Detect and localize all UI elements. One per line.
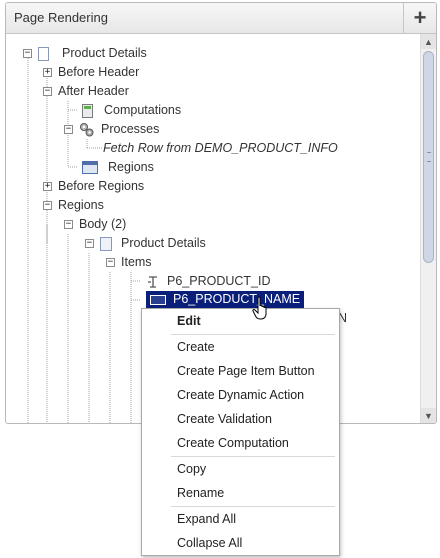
node-label: Before Regions — [58, 179, 145, 193]
tree-node-items[interactable]: − Items — [106, 253, 152, 272]
menu-item-create-page-item-button[interactable]: Create Page Item Button — [142, 359, 339, 383]
tree-node-before-regions[interactable]: + Before Regions — [43, 177, 144, 196]
tree-node-before-header[interactable]: + Before Header — [43, 63, 139, 82]
menu-item-collapse-all[interactable]: Collapse All — [142, 531, 339, 555]
menu-item-copy[interactable]: Copy — [142, 457, 339, 481]
tree-node-fetch-row[interactable]: Fetch Row from DEMO_PRODUCT_INFO — [103, 139, 338, 158]
tree-node-processes[interactable]: − Processes — [64, 120, 159, 139]
scroll-up-icon[interactable]: ▲ — [421, 34, 436, 49]
vertical-scrollbar[interactable]: ▲ ▼ — [420, 34, 436, 423]
menu-item-create-dynamic-action[interactable]: Create Dynamic Action — [142, 383, 339, 407]
regions-icon — [82, 161, 98, 174]
collapse-toggle[interactable]: − — [85, 239, 94, 248]
collapse-toggle[interactable]: − — [64, 220, 73, 229]
add-button[interactable]: + — [403, 3, 436, 33]
node-label: Items — [121, 255, 152, 269]
scroll-thumb[interactable] — [423, 51, 434, 263]
menu-item-create[interactable]: Create — [142, 335, 339, 359]
panel-title: Page Rendering — [14, 10, 108, 25]
collapse-toggle[interactable]: − — [43, 87, 52, 96]
node-label: After Header — [58, 84, 129, 98]
node-label: Product Details — [62, 46, 147, 60]
tree-node-root[interactable]: − Product Details — [23, 44, 147, 63]
node-label: Computations — [104, 103, 182, 117]
tree-node-computations[interactable]: Computations — [82, 101, 181, 120]
tree-node-after-header[interactable]: − After Header — [43, 82, 129, 101]
tree-node-body[interactable]: − Body (2) — [64, 215, 126, 234]
collapse-toggle[interactable]: − — [43, 201, 52, 210]
node-label: Regions — [108, 160, 154, 174]
text-item-icon — [150, 294, 166, 305]
menu-item-edit[interactable]: Edit — [142, 309, 339, 333]
expand-toggle[interactable]: + — [43, 182, 52, 191]
menu-item-expand-all[interactable]: Expand All — [142, 507, 339, 531]
tree-node-region-product-details[interactable]: − Product Details — [85, 234, 206, 253]
node-label: Product Details — [121, 236, 206, 250]
node-label: P6_PRODUCT_NAME — [173, 292, 301, 306]
node-label: P6_PRODUCT_ID — [167, 274, 271, 288]
collapse-toggle[interactable]: − — [64, 125, 73, 134]
hand-cursor-icon — [252, 296, 267, 320]
node-label: Regions — [58, 198, 104, 212]
tree-node-item-product-id[interactable]: P6_PRODUCT_ID — [146, 272, 271, 291]
scroll-down-icon[interactable]: ▼ — [421, 408, 436, 423]
page-icon — [38, 46, 49, 61]
menu-item-rename[interactable]: Rename — [142, 481, 339, 505]
panel-header: Page Rendering + — [6, 3, 436, 34]
menu-item-create-validation[interactable]: Create Validation — [142, 407, 339, 431]
region-icon — [100, 236, 112, 251]
tree-node-regions[interactable]: − Regions — [43, 196, 104, 215]
node-label: Processes — [101, 122, 160, 136]
tree-node-regions-sub[interactable]: Regions — [82, 158, 154, 177]
menu-item-create-computation[interactable]: Create Computation — [142, 431, 339, 455]
gears-icon — [79, 122, 94, 137]
plus-icon: + — [413, 5, 427, 30]
node-label: Fetch Row from DEMO_PRODUCT_INFO — [103, 141, 338, 155]
collapse-toggle[interactable]: − — [106, 258, 115, 267]
expand-toggle[interactable]: + — [43, 68, 52, 77]
hidden-item-icon — [146, 275, 160, 289]
context-menu: Edit Create Create Page Item Button Crea… — [141, 308, 340, 556]
grip-icon — [427, 152, 431, 162]
collapse-toggle[interactable]: − — [23, 49, 32, 58]
node-label: Before Header — [58, 65, 140, 79]
node-label: Body (2) — [79, 217, 127, 231]
calculator-icon — [82, 103, 93, 118]
tree-node-item-product-name[interactable]: P6_PRODUCT_NAME — [146, 291, 305, 308]
